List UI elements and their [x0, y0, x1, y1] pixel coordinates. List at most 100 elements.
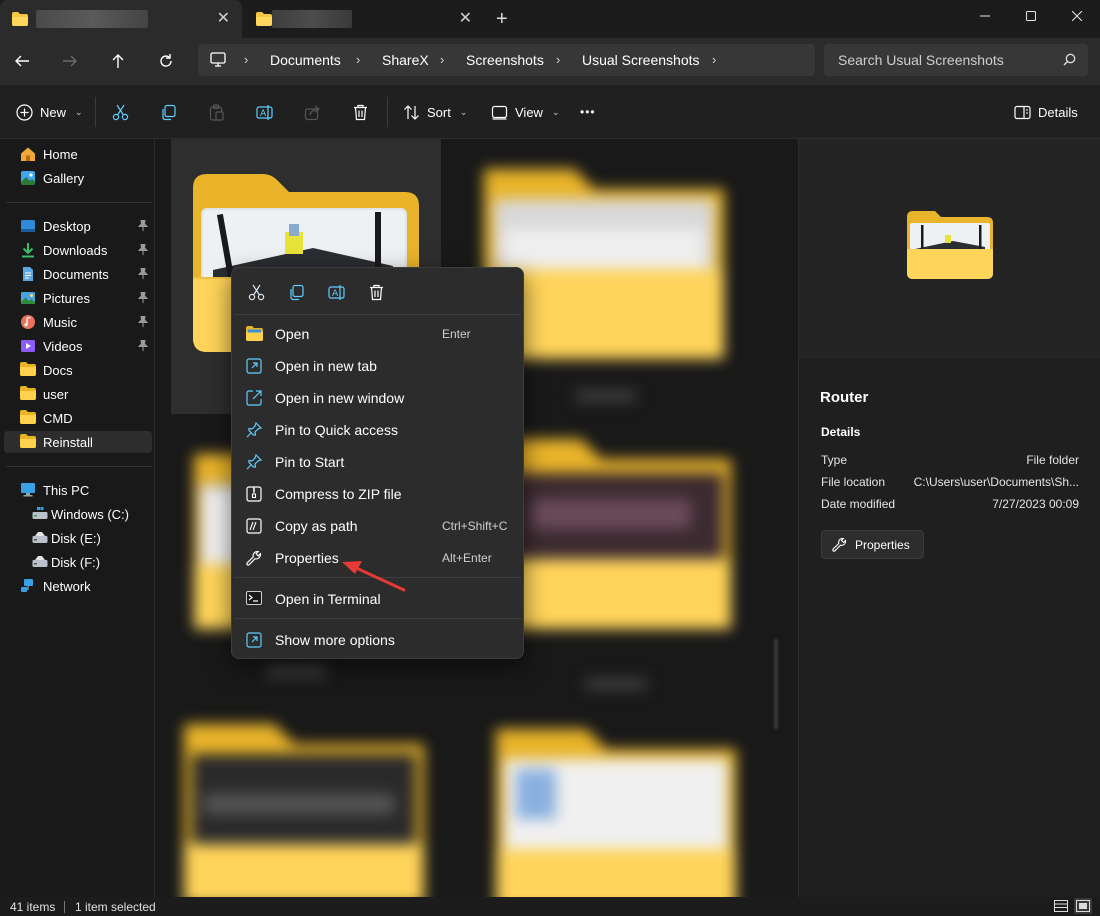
sidebar-item-videos[interactable]: Videos — [4, 335, 152, 357]
delete-button[interactable] — [352, 101, 369, 123]
sort-button[interactable]: Sort ⌄ — [403, 101, 467, 123]
desktop-icon — [21, 220, 35, 232]
menu-item-show-more-options[interactable]: Show more options — [236, 625, 519, 655]
tiles-view-toggle[interactable] — [1074, 898, 1092, 914]
navigation-pane: Home Gallery Desktop Downloads Documents… — [0, 139, 155, 897]
details-view-toggle[interactable] — [1052, 898, 1070, 914]
sidebar-item-music[interactable]: Music — [4, 311, 152, 333]
copy-button[interactable] — [160, 101, 177, 123]
sidebar-item-disk-f[interactable]: Disk (F:) — [4, 551, 152, 573]
menu-item-open[interactable]: Open Enter — [236, 319, 519, 349]
divider — [234, 314, 521, 315]
maximize-button[interactable] — [1008, 0, 1054, 32]
share-button[interactable] — [304, 101, 321, 123]
drive-icon — [32, 556, 48, 567]
minimize-button[interactable] — [962, 0, 1008, 32]
details-properties-button[interactable]: Properties — [821, 530, 924, 559]
this-pc-icon — [21, 483, 35, 497]
sidebar-item-reinstall[interactable]: Reinstall — [4, 431, 152, 453]
pin-icon — [246, 454, 262, 470]
menu-item-pin-to-quick-access[interactable]: Pin to Quick access — [236, 415, 519, 445]
breadcrumb-documents[interactable]: Documents — [270, 52, 341, 68]
paste-button[interactable] — [208, 101, 225, 123]
more-options-button[interactable]: ••• — [580, 101, 596, 123]
menu-item-pin-to-start[interactable]: Pin to Start — [236, 447, 519, 477]
details-value-location: C:\Users\user\Documents\Sh... — [913, 475, 1079, 489]
sidebar-item-windows-c[interactable]: Windows (C:) — [4, 503, 152, 525]
details-pane-icon — [1014, 105, 1031, 119]
folder-tile-blurred[interactable] — [184, 724, 424, 897]
chevron-down-icon: ⌄ — [75, 106, 83, 117]
chevron-right-icon: › — [556, 52, 561, 67]
menu-item-open-in-terminal[interactable]: Open in Terminal — [236, 584, 519, 614]
menu-item-compress-to-zip[interactable]: Compress to ZIP file — [236, 479, 519, 509]
sidebar-item-downloads[interactable]: Downloads — [4, 239, 152, 261]
view-icon — [491, 105, 508, 120]
new-button[interactable]: New ⌄ — [16, 101, 83, 123]
scrollbar[interactable] — [774, 639, 778, 729]
chevron-right-icon[interactable]: › — [712, 52, 716, 67]
folder-icon — [20, 386, 36, 400]
arrow-left-icon — [15, 55, 29, 67]
sidebar-item-home[interactable]: Home — [4, 143, 152, 165]
command-bar: New ⌄ A Sort ⌄ View ⌄ ••• Details — [0, 84, 1100, 139]
pin-icon[interactable] — [138, 316, 148, 327]
drive-icon — [32, 532, 48, 543]
divider — [6, 466, 152, 467]
breadcrumb-usual-screenshots[interactable]: Usual Screenshots — [582, 52, 700, 68]
context-delete-button[interactable] — [366, 282, 386, 302]
forward-button[interactable] — [58, 50, 82, 72]
folder-thumbnail — [184, 724, 424, 897]
folder-open-icon — [246, 326, 263, 341]
pin-icon[interactable] — [138, 268, 148, 279]
folder-tile-blurred[interactable] — [491, 439, 731, 629]
sidebar-item-user[interactable]: user — [4, 383, 152, 405]
new-tab-button[interactable]: + — [496, 9, 508, 29]
view-button[interactable]: View ⌄ — [491, 101, 560, 123]
folder-tile-blurred[interactable] — [496, 729, 736, 897]
pin-icon[interactable] — [138, 244, 148, 255]
sidebar-item-this-pc[interactable]: This PC — [4, 479, 152, 501]
sidebar-item-docs[interactable]: Docs — [4, 359, 152, 381]
pin-icon[interactable] — [138, 220, 148, 231]
back-button[interactable] — [10, 50, 34, 72]
rename-button[interactable]: A — [256, 101, 273, 123]
search-box[interactable] — [824, 44, 1088, 76]
pin-icon[interactable] — [138, 340, 148, 351]
chevron-right-icon: › — [244, 52, 249, 67]
context-rename-button[interactable]: A — [326, 282, 346, 302]
refresh-button[interactable] — [154, 50, 178, 72]
pin-icon[interactable] — [138, 292, 148, 303]
item-count: 41 items — [10, 900, 56, 914]
folder-thumbnail — [491, 439, 731, 629]
sidebar-item-gallery[interactable]: Gallery — [4, 167, 152, 189]
sidebar-item-pictures[interactable]: Pictures — [4, 287, 152, 309]
tab-active[interactable]: ✕ — [0, 0, 242, 38]
up-button[interactable] — [106, 50, 130, 72]
sidebar-item-documents[interactable]: Documents — [4, 263, 152, 285]
menu-item-open-in-new-window[interactable]: Open in new window — [236, 383, 519, 413]
menu-item-open-in-new-tab[interactable]: Open in new tab — [236, 351, 519, 381]
sidebar-item-disk-e[interactable]: Disk (E:) — [4, 527, 152, 549]
sidebar-item-desktop[interactable]: Desktop — [4, 215, 152, 237]
breadcrumb-screenshots[interactable]: Screenshots — [466, 52, 544, 68]
chevron-right-icon: › — [356, 52, 361, 67]
tab-inactive[interactable]: ✕ — [244, 0, 484, 38]
close-tab-icon[interactable]: ✕ — [217, 11, 230, 27]
details-pane: Router Details Type File folder File loc… — [798, 139, 1100, 897]
breadcrumb-sharex[interactable]: ShareX — [382, 52, 429, 68]
sidebar-item-network[interactable]: Network — [4, 575, 152, 597]
close-window-button[interactable] — [1054, 0, 1100, 32]
address-bar[interactable]: › Documents › ShareX › Screenshots › Usu… — [198, 44, 815, 76]
search-input[interactable] — [824, 44, 1054, 76]
sidebar-item-cmd[interactable]: CMD — [4, 407, 152, 429]
context-copy-button[interactable] — [286, 282, 306, 302]
menu-item-copy-as-path[interactable]: Copy as path Ctrl+Shift+C — [236, 511, 519, 541]
close-tab-icon[interactable]: ✕ — [459, 11, 472, 27]
details-pane-button[interactable]: Details — [1014, 101, 1078, 123]
pin-icon — [246, 422, 262, 438]
cut-button[interactable] — [112, 101, 129, 123]
minimize-icon — [980, 15, 990, 17]
context-cut-button[interactable] — [246, 282, 266, 302]
menu-item-properties[interactable]: Properties Alt+Enter — [236, 543, 519, 573]
